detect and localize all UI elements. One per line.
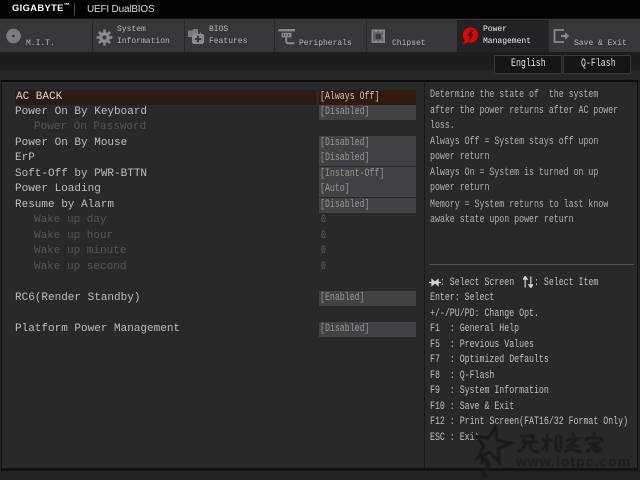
svg-text:www.lotpc.com: www.lotpc.com bbox=[515, 454, 631, 470]
